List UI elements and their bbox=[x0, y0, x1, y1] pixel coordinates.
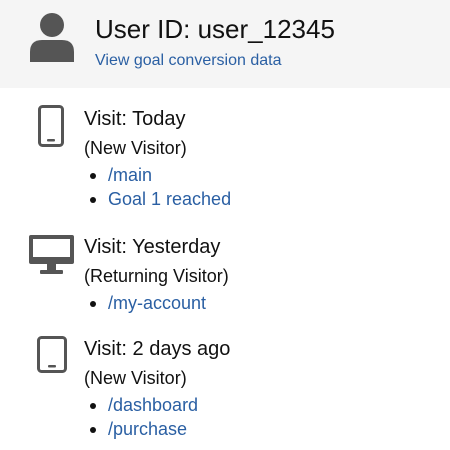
user-avatar-icon bbox=[30, 13, 74, 62]
list-item: /main bbox=[84, 163, 231, 187]
visitor-type: (New Visitor) bbox=[84, 138, 187, 158]
page-link[interactable]: /main bbox=[108, 165, 152, 185]
visited-pages-list: /my-account bbox=[84, 291, 206, 315]
visitor-type: (Returning Visitor) bbox=[84, 266, 229, 286]
page-link[interactable]: Goal 1 reached bbox=[108, 189, 231, 209]
desktop-icon bbox=[29, 235, 74, 274]
page-link[interactable]: /purchase bbox=[108, 419, 187, 439]
visited-pages-list: /main Goal 1 reached bbox=[84, 163, 231, 211]
page-link[interactable]: /my-account bbox=[108, 293, 206, 313]
tablet-icon bbox=[37, 336, 67, 373]
list-item: /my-account bbox=[84, 291, 206, 315]
visited-pages-list: /dashboard /purchase bbox=[84, 393, 198, 441]
list-item: Goal 1 reached bbox=[84, 187, 231, 211]
list-item: /dashboard bbox=[84, 393, 198, 417]
smartphone-icon bbox=[38, 105, 64, 147]
visit-title: Visit: Today bbox=[84, 108, 186, 130]
user-header: User ID: user_12345 View goal conversion… bbox=[0, 0, 450, 88]
page-link[interactable]: /dashboard bbox=[108, 395, 198, 415]
visit-title: Visit: Yesterday bbox=[84, 236, 221, 258]
user-id-title: User ID: user_12345 bbox=[95, 14, 335, 44]
visit-title: Visit: 2 days ago bbox=[84, 338, 231, 360]
view-goal-conversion-link[interactable]: View goal conversion data bbox=[95, 51, 282, 71]
visitor-type: (New Visitor) bbox=[84, 368, 187, 388]
list-item: /purchase bbox=[84, 417, 198, 441]
